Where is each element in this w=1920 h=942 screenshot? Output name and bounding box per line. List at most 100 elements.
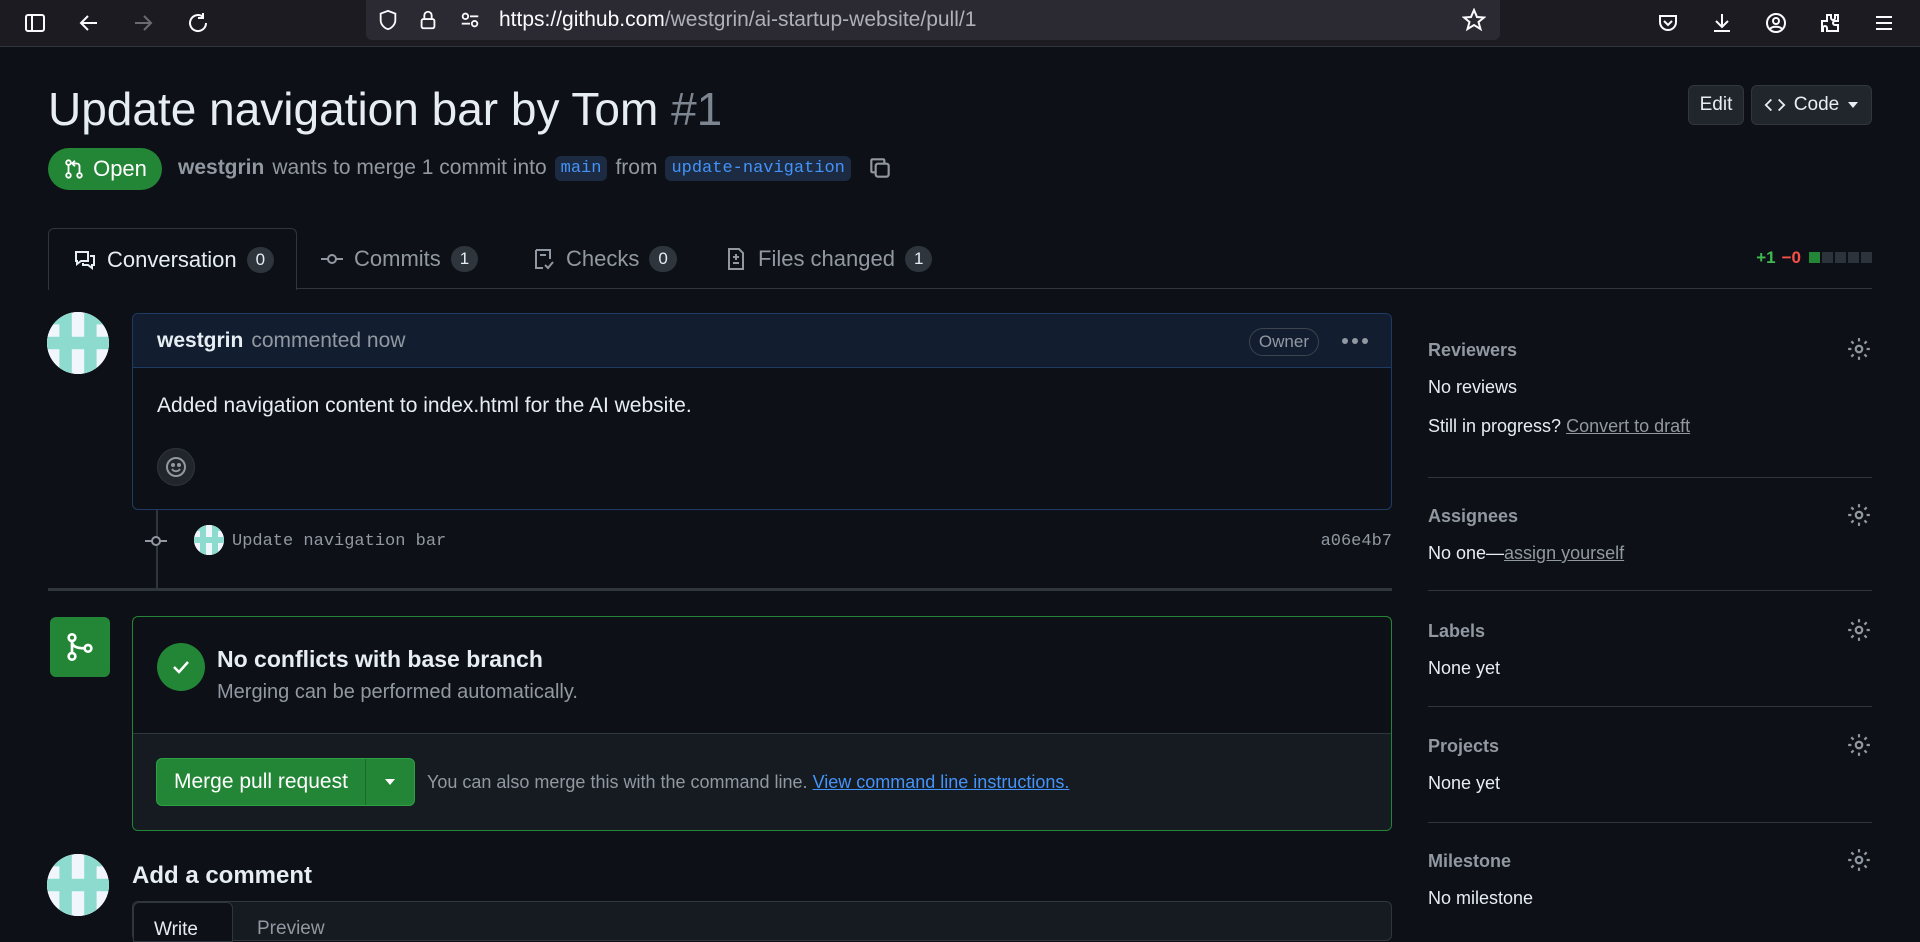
tab-count: 1 xyxy=(904,245,933,272)
base-branch[interactable]: main xyxy=(554,155,608,181)
add-reaction-button[interactable] xyxy=(157,448,195,486)
additions-count: +1 xyxy=(1756,248,1776,267)
shield-icon[interactable] xyxy=(372,4,404,36)
tab-label: Checks xyxy=(566,245,640,271)
owner-badge: Owner xyxy=(1248,328,1319,356)
merge-status-title: No conflicts with base branch xyxy=(217,646,543,672)
page-title: Update navigation bar by Tom #1 xyxy=(48,82,722,136)
gear-icon[interactable] xyxy=(1846,617,1872,643)
command-line-instructions-link[interactable]: View command line instructions. xyxy=(813,772,1070,792)
add-comment-heading: Add a comment xyxy=(132,862,313,889)
tab-files-changed[interactable]: Files changed 1 xyxy=(724,228,933,289)
account-icon[interactable] xyxy=(1758,5,1794,41)
tab-checks[interactable]: Checks 0 xyxy=(532,228,677,289)
sidebar-toggle-icon[interactable] xyxy=(17,5,53,41)
convert-to-draft-link[interactable]: Convert to draft xyxy=(1566,416,1690,436)
milestone-heading[interactable]: Milestone xyxy=(1428,851,1872,872)
sidebar-labels: Labels None yet xyxy=(1428,619,1872,707)
tab-label: Commits xyxy=(354,245,441,271)
reviewers-value: No reviews xyxy=(1428,377,1518,397)
code-button[interactable]: Code xyxy=(1751,85,1872,125)
avatar[interactable] xyxy=(47,854,109,916)
labels-heading[interactable]: Labels xyxy=(1428,621,1872,642)
state-label: Open xyxy=(93,156,147,181)
gear-icon[interactable] xyxy=(1846,847,1872,873)
caret-down-icon xyxy=(1848,102,1859,108)
merge-button-group: Merge pull request xyxy=(156,758,415,806)
comment-timestamp[interactable]: commented now xyxy=(251,329,405,353)
pr-meta: westgrin wants to merge 1 commit into ma… xyxy=(178,155,893,181)
sidebar-milestone: Milestone No milestone xyxy=(1428,849,1872,909)
permissions-icon[interactable] xyxy=(454,4,486,36)
comment-editor: Write Preview xyxy=(132,901,1392,942)
edit-button[interactable]: Edit xyxy=(1688,85,1744,125)
gear-icon[interactable] xyxy=(1846,732,1872,758)
commit-author-avatar[interactable] xyxy=(194,525,224,555)
pr-tabs: Conversation 0 Commits 1 Checks 0 Files … xyxy=(48,228,1872,290)
tab-preview[interactable]: Preview xyxy=(257,918,325,940)
command-line-text: You can also merge this with the command… xyxy=(427,772,808,792)
head-branch[interactable]: update-navigation xyxy=(665,155,851,181)
back-icon[interactable] xyxy=(71,5,107,41)
comment-author[interactable]: westgrin xyxy=(157,329,243,353)
comment-box: westgrin commented now Owner Added navig… xyxy=(132,313,1392,510)
file-diff-icon xyxy=(728,247,744,270)
pr-number: #1 xyxy=(671,83,723,135)
pocket-icon[interactable] xyxy=(1650,5,1686,41)
comment-body: Added navigation content to index.html f… xyxy=(157,394,692,417)
pr-title: Update navigation bar by Tom xyxy=(48,83,659,135)
extensions-icon[interactable] xyxy=(1812,5,1848,41)
forward-icon[interactable] xyxy=(125,5,161,41)
sidebar-assignees: Assignees No one—assign yourself xyxy=(1428,504,1872,591)
assignees-value: No one—assign yourself xyxy=(1428,543,1872,564)
projects-value: None yet xyxy=(1428,773,1501,793)
labels-value: None yet xyxy=(1428,658,1501,678)
assignees-none: No one— xyxy=(1428,543,1505,563)
draft-prefix: Still in progress? xyxy=(1428,416,1562,436)
copy-icon[interactable] xyxy=(867,155,893,181)
url-text[interactable]: https://github.com/westgrin/ai-startup-w… xyxy=(499,8,976,32)
gear-icon[interactable] xyxy=(1846,336,1872,362)
downloads-icon[interactable] xyxy=(1704,5,1740,41)
bookmark-star-icon[interactable] xyxy=(1458,4,1490,36)
merge-status-subtitle: Merging can be performed automatically. xyxy=(217,681,578,703)
code-button-label: Code xyxy=(1793,94,1840,115)
checklist-icon xyxy=(535,248,554,269)
browser-toolbar: https://github.com/westgrin/ai-startup-w… xyxy=(0,0,1920,47)
conversation-icon xyxy=(75,250,95,270)
reviewers-heading[interactable]: Reviewers xyxy=(1428,340,1872,361)
menu-icon[interactable] xyxy=(1866,5,1902,41)
merge-description: wants to merge 1 commit into xyxy=(272,156,547,179)
merge-pull-request-button[interactable]: Merge pull request xyxy=(157,759,366,805)
assignees-heading[interactable]: Assignees xyxy=(1428,506,1872,527)
deletions-count: −0 xyxy=(1781,248,1801,267)
commit-sha[interactable]: a06e4b7 xyxy=(1321,532,1392,551)
state-badge-open: Open xyxy=(48,148,162,190)
projects-heading[interactable]: Projects xyxy=(1428,736,1872,757)
command-line-hint: You can also merge this with the command… xyxy=(427,772,1069,793)
tab-write[interactable]: Write xyxy=(133,902,233,942)
tab-commits[interactable]: Commits 1 xyxy=(320,228,479,289)
timeline-divider xyxy=(48,588,1392,591)
avatar[interactable] xyxy=(47,312,109,374)
gear-icon[interactable] xyxy=(1846,502,1872,528)
lock-icon[interactable] xyxy=(412,4,444,36)
code-icon xyxy=(1764,98,1786,112)
merge-options-dropdown[interactable] xyxy=(366,759,414,805)
kebab-menu-icon[interactable] xyxy=(1337,326,1373,356)
tab-count: 1 xyxy=(450,245,479,272)
diffstat-bar xyxy=(1807,248,1872,268)
tab-conversation[interactable]: Conversation 0 xyxy=(48,228,297,290)
commit-icon xyxy=(145,536,167,546)
address-bar[interactable]: https://github.com/westgrin/ai-startup-w… xyxy=(366,0,1500,40)
draft-hint: Still in progress? Convert to draft xyxy=(1428,416,1872,437)
diffstat[interactable]: +1 −0 xyxy=(1756,248,1872,268)
smiley-icon xyxy=(166,457,186,477)
reload-icon[interactable] xyxy=(180,5,216,41)
commit-message[interactable]: Update navigation bar xyxy=(232,532,446,551)
tab-count: 0 xyxy=(649,245,677,272)
author-link[interactable]: westgrin xyxy=(178,156,264,180)
tab-label: Files changed xyxy=(758,245,895,271)
assign-yourself-link[interactable]: assign yourself xyxy=(1504,543,1624,563)
timeline-commit: Update navigation bar a06e4b7 xyxy=(140,525,1392,557)
